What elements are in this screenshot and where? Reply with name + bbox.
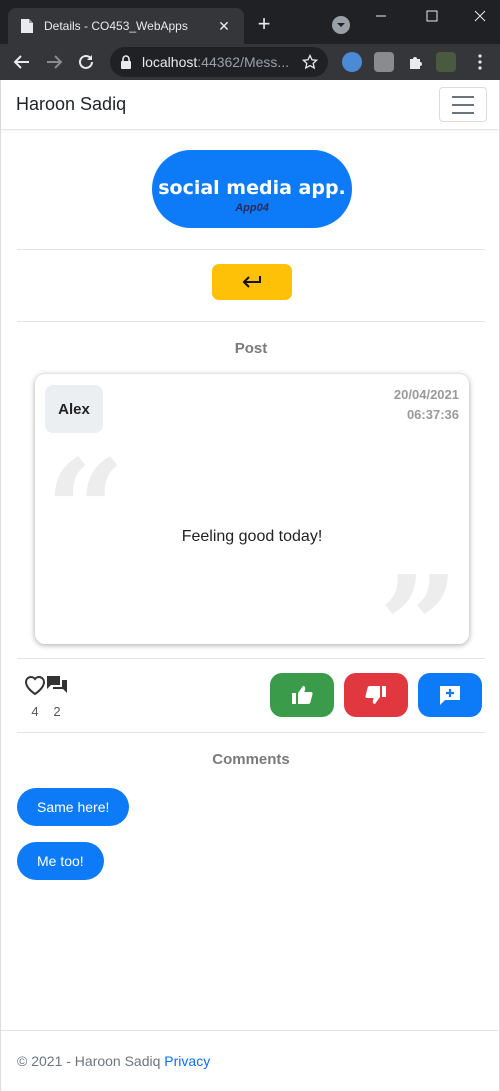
extension-icon[interactable] [374, 52, 394, 72]
browser-tab[interactable]: Details - CO453_WebApps ✕ [8, 8, 244, 44]
minimize-icon[interactable] [371, 6, 391, 26]
page-icon [20, 18, 34, 34]
privacy-link[interactable]: Privacy [164, 1053, 210, 1069]
open-quote-icon: “ [45, 430, 126, 594]
profile-avatar-icon[interactable] [436, 52, 456, 72]
post-author: Alex [45, 385, 103, 433]
new-tab-button[interactable]: + [252, 13, 276, 37]
footer: © 2021 - Haroon Sadiq Privacy [1, 1030, 500, 1091]
thumbs-up-icon [292, 686, 313, 704]
lock-icon [120, 55, 132, 69]
maximize-icon[interactable] [422, 6, 442, 26]
url-host: localhost [142, 54, 198, 70]
like-button[interactable] [270, 673, 334, 717]
divider [17, 321, 485, 322]
return-arrow-icon [242, 276, 261, 288]
puzzle-icon[interactable] [403, 50, 427, 74]
comment-bubble: Same here! [17, 788, 130, 826]
address-bar[interactable]: localhost:44362/Mess... [110, 47, 328, 77]
post-card: Alex 20/04/2021 06:37:36 “ ” Feeling goo… [35, 374, 469, 698]
reload-icon[interactable] [74, 50, 98, 74]
comments-count: 2 [53, 704, 61, 719]
add-comment-button[interactable] [418, 673, 482, 717]
chat-bubbles-icon [47, 676, 67, 693]
divider [17, 249, 485, 250]
menu-dots-icon[interactable] [468, 50, 492, 74]
thumbs-down-icon [365, 686, 386, 704]
app-logo: social media app. App04 [152, 150, 352, 228]
menu-toggle-button[interactable] [439, 87, 487, 122]
dislike-button[interactable] [344, 673, 408, 717]
footer-text: © 2021 - Haroon Sadiq Privacy [17, 1053, 210, 1069]
tab-search-icon[interactable] [332, 16, 350, 34]
comments-stat: 2 [45, 674, 69, 719]
close-window-icon[interactable] [470, 6, 490, 26]
divider [17, 732, 485, 733]
post-timestamp: 20/04/2021 06:37:36 [394, 385, 459, 425]
navbar: Haroon Sadiq [1, 80, 500, 130]
tab-close-icon[interactable]: ✕ [216, 18, 232, 34]
post-message: Feeling good today! [181, 528, 323, 545]
comments-heading: Comments [212, 751, 290, 768]
likes-stat: 4 [23, 674, 47, 719]
heart-icon [24, 676, 46, 696]
tab-title: Details - CO453_WebApps [44, 19, 188, 33]
post-time: 06:37:36 [406, 407, 459, 422]
extension-search-icon[interactable] [342, 52, 362, 72]
likes-count: 4 [31, 704, 39, 719]
comment-bubble: Me too! [17, 842, 104, 880]
logo-title: social media app. [158, 177, 346, 199]
forward-arrow-icon[interactable] [42, 50, 66, 74]
browser-toolbar: localhost:44362/Mess... [0, 44, 500, 80]
bookmark-star-icon[interactable] [302, 54, 318, 70]
browser-tabstrip: Details - CO453_WebApps ✕ + [0, 0, 500, 44]
brand-link[interactable]: Haroon Sadiq [16, 94, 126, 115]
back-arrow-icon[interactable] [10, 50, 34, 74]
page: Haroon Sadiq social media app. App04 Pos… [0, 80, 500, 1091]
copyright-text: © 2021 - Haroon Sadiq [17, 1053, 161, 1069]
post-date: 20/04/2021 [393, 387, 459, 402]
divider [17, 658, 485, 659]
url-path: :44362/Mess... [197, 54, 290, 70]
add-comment-icon [440, 686, 460, 705]
post-heading: Post [234, 340, 268, 357]
return-button[interactable] [212, 264, 292, 300]
logo-subtitle: App04 [235, 202, 269, 214]
